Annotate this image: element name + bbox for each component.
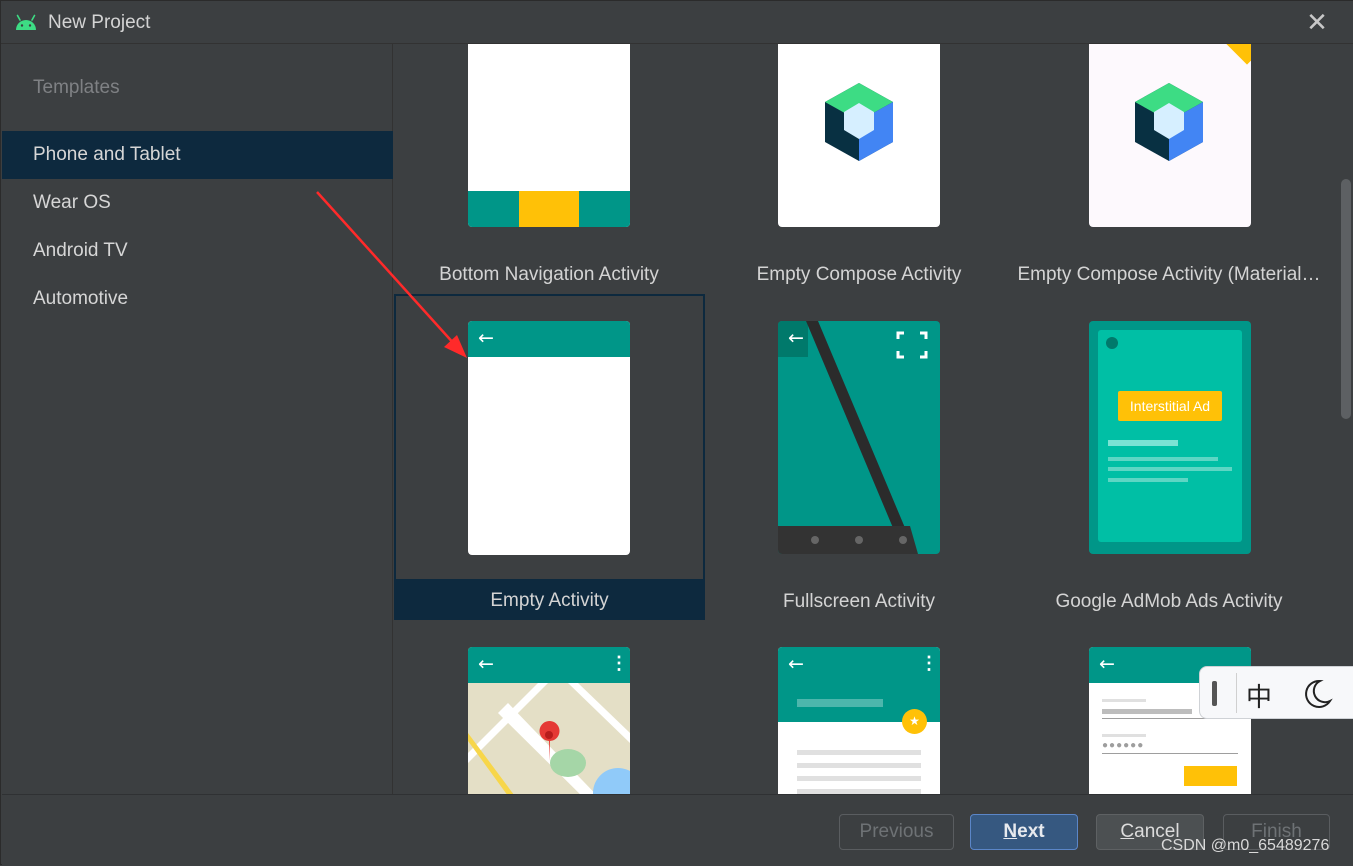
csdn-watermark: CSDN @m0_65489276 <box>1161 837 1330 854</box>
interstitial-ad-label: Interstitial Ad <box>1118 391 1222 421</box>
window-title: New Project <box>48 12 151 33</box>
new-project-dialog: New Project ✕ Templates Phone and Tablet… <box>0 0 1353 865</box>
previous-button[interactable]: Previous <box>839 814 954 850</box>
back-arrow-icon: ← <box>478 653 494 675</box>
cancel-mnemonic: C <box>1120 821 1135 842</box>
back-arrow-icon: ← <box>478 327 494 349</box>
scrollbar-thumb[interactable] <box>1341 179 1351 419</box>
android-icon <box>16 14 36 30</box>
template-name: Google AdMob Ads Activity <box>1055 591 1283 612</box>
template-name: Empty Activity <box>490 590 609 611</box>
scrolling-activity-preview: ← ⋮ ★ <box>778 647 940 794</box>
ime-toolbar[interactable]: 中 <box>1199 666 1353 719</box>
dialog-footer: Previous Next Cancel Finish <box>2 794 1353 865</box>
sidebar-item-label: Wear OS <box>33 192 111 213</box>
template-name: Fullscreen Activity <box>782 591 936 612</box>
next-button[interactable]: Next <box>970 814 1078 850</box>
template-name: Empty Compose Activity (Material… <box>1017 264 1321 285</box>
sidebar-item-wear-os[interactable]: Wear OS <box>2 179 393 227</box>
template-empty-activity[interactable]: ← Empty Activity <box>394 294 705 620</box>
template-category-sidebar: Templates Phone and Tablet Wear OS Andro… <box>2 44 393 794</box>
sidebar-item-label: Automotive <box>33 288 129 309</box>
back-arrow-icon: ← <box>788 653 804 675</box>
compose-preview <box>778 44 940 227</box>
ime-language-toggle[interactable]: 中 <box>1246 677 1272 714</box>
compose-material-preview <box>1089 44 1251 227</box>
next-label-rest: ext <box>1017 821 1045 842</box>
moon-icon[interactable] <box>1300 677 1334 711</box>
sidebar-item-label: Android TV <box>33 240 128 261</box>
compose-logo-icon <box>1135 83 1203 161</box>
template-google-maps-activity[interactable]: ← ⋮ <box>394 622 704 794</box>
sidebar-item-phone-and-tablet[interactable]: Phone and Tablet <box>2 131 393 179</box>
close-icon[interactable]: ✕ <box>1301 7 1333 39</box>
ime-separator <box>1236 673 1237 713</box>
template-name: Bottom Navigation Activity <box>439 264 659 285</box>
next-mnemonic: N <box>1003 821 1018 842</box>
title-bar: New Project ✕ <box>1 1 1353 44</box>
sidebar-item-android-tv[interactable]: Android TV <box>2 227 393 275</box>
empty-activity-preview: ← <box>468 321 630 555</box>
back-arrow-icon: ← <box>788 327 804 349</box>
star-fab-icon: ★ <box>902 709 927 734</box>
template-name: Empty Compose Activity <box>756 264 962 285</box>
templates-section-label: Templates <box>33 77 120 98</box>
admob-preview: Interstitial Ad <box>1089 321 1251 554</box>
template-fullscreen-activity[interactable]: ← Fullscreen Activity <box>704 294 1014 620</box>
back-arrow-icon: ← <box>1099 653 1115 675</box>
sidebar-item-label: Phone and Tablet <box>33 144 181 165</box>
more-vert-icon: ⋮ <box>610 653 628 673</box>
more-vert-icon: ⋮ <box>920 653 938 673</box>
ime-drag-handle-icon[interactable] <box>1212 681 1217 706</box>
bottom-navigation-preview <box>468 44 630 227</box>
sidebar-item-automotive[interactable]: Automotive <box>2 275 393 323</box>
google-maps-preview: ← ⋮ <box>468 647 630 794</box>
template-google-admob-ads-activity[interactable]: Interstitial Ad Google AdMob Ads Activit… <box>1014 294 1324 620</box>
template-scrolling-activity[interactable]: ← ⋮ ★ <box>704 622 1014 794</box>
fullscreen-activity-preview: ← <box>778 321 940 554</box>
compose-logo-icon <box>825 83 893 161</box>
template-bottom-navigation-activity[interactable]: Bottom Navigation Activity <box>394 44 704 304</box>
template-empty-compose-activity-material[interactable]: Empty Compose Activity (Material… <box>1014 44 1324 304</box>
template-empty-compose-activity[interactable]: Empty Compose Activity <box>704 44 1014 304</box>
